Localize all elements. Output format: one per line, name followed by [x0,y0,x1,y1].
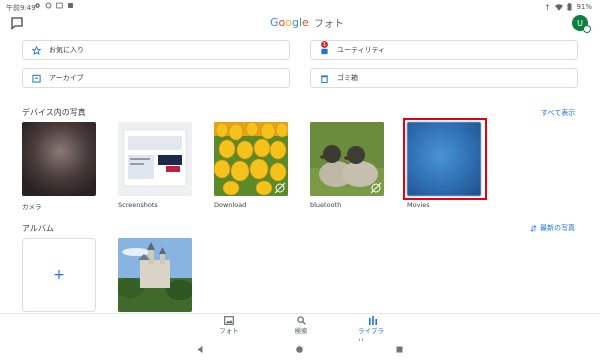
back-icon[interactable] [197,346,203,353]
folder-thumbnail-screenshots[interactable] [118,122,192,196]
app-name: フォト [313,19,344,30]
favorites-button[interactable]: お気に入り [22,40,290,60]
folder-name-screenshots: Screenshots [118,201,158,209]
status-bar: 午前9:49 91% [0,0,600,14]
folder-name-camera: カメラ [22,203,42,211]
sort-label: 最新の写真 [540,224,575,232]
screenshot-preview-image [118,122,192,196]
nav-search-label: 検索 [294,327,308,335]
nav-search[interactable]: 検索 [286,316,316,335]
chat-icon[interactable] [10,16,24,30]
battery-icon [567,3,572,11]
settings-icon [35,3,40,8]
wifi-icon [555,3,564,11]
utilities-label: ユーティリティ [337,46,386,54]
utility-badge: 1 [321,41,328,48]
folder-name-download: Download [214,201,247,209]
app-title: Google フォト [270,15,344,30]
status-time: 午前9:49 [6,4,36,12]
avatar-status-dot [583,25,591,33]
recents-icon[interactable] [396,346,403,353]
favorites-label: お気に入り [49,46,84,54]
battery-level: 91% [576,3,592,11]
castle-image [118,238,192,312]
star-icon [32,45,41,55]
device-photos-title: デバイス内の写真 [22,108,86,117]
sync-icon [45,2,52,9]
nav-photos-label: フォト [219,327,239,335]
create-album-button[interactable]: + [22,238,96,312]
folder-thumbnail-bluetooth[interactable] [310,122,384,196]
folder-thumbnail-camera[interactable] [22,122,96,196]
folder-thumbnail-download[interactable] [214,122,288,196]
home-icon[interactable] [296,346,303,353]
image-status-icon [56,2,63,9]
plus-icon: + [53,267,65,283]
trash-button[interactable]: ゴミ箱 [310,68,578,88]
tulips-image [214,122,288,196]
album-thumbnail-castle[interactable] [118,238,192,312]
albums-title: アルバム [22,224,54,233]
alarm-icon [546,3,550,10]
folder-name-movies: Movies [407,201,430,209]
folder-name-bluetooth: bluetooth [310,201,342,209]
brand-logo: Google [270,16,309,29]
notification-icon [68,3,73,8]
nav-photos[interactable]: フォト [214,316,244,335]
avatar-initial: U [577,18,583,28]
archive-button[interactable]: アーカイブ [22,68,290,88]
sort-icon [530,224,537,232]
folder-thumbnail-movies[interactable] [407,122,481,196]
trash-label: ゴミ箱 [337,74,358,82]
archive-icon [32,74,41,83]
archive-label: アーカイブ [49,74,84,82]
show-all-link[interactable]: すべて表示 [541,108,575,118]
utilities-button[interactable]: ユーティリティ [310,40,578,60]
trash-icon [321,74,328,83]
ducklings-image [310,122,384,196]
status-icons [34,2,74,9]
search-icon [296,316,306,325]
library-icon [369,316,377,325]
status-right: 91% [544,3,592,11]
sort-latest-button[interactable]: 最新の写真 [530,223,575,233]
photo-icon [224,316,234,325]
